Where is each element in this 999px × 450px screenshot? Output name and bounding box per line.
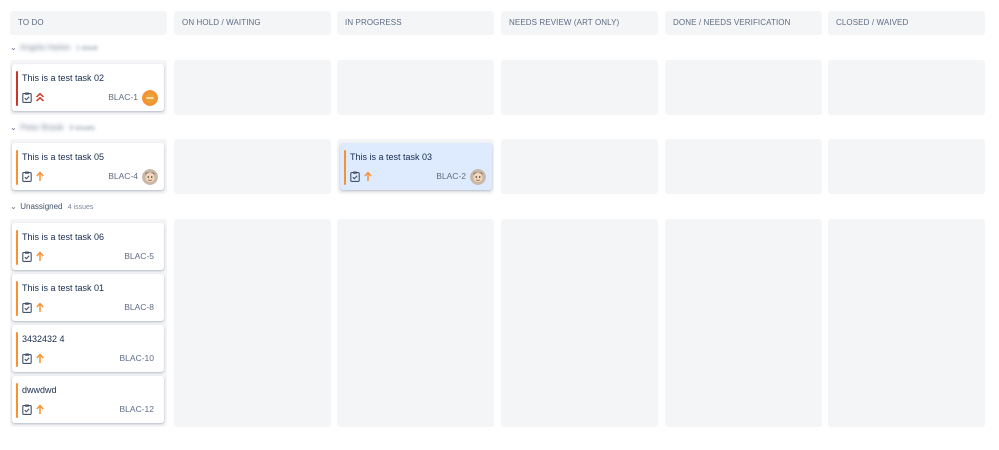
swimlane-count: 3 issues: [69, 125, 95, 132]
issue-card[interactable]: dwwdwd BLAC-12: [12, 376, 164, 423]
issue-card[interactable]: This is a test task 02 BLAC-1: [12, 64, 164, 111]
priority-bar: [16, 383, 18, 418]
priority-bar: [16, 150, 18, 185]
chevron-down-icon: ⌄: [10, 43, 17, 52]
kanban-board: TO DO ON HOLD / WAITING IN PROGRESS NEED…: [0, 0, 999, 450]
swimlane-cell: [174, 139, 331, 194]
avatar[interactable]: [142, 169, 158, 185]
arrow-up-icon: [36, 404, 44, 414]
task-clipboard-icon: [22, 353, 32, 364]
swimlane-cell: [828, 60, 985, 115]
card-title: This is a test task 05: [22, 152, 105, 162]
card-title: This is a test task 02: [22, 73, 105, 83]
arrow-up-icon: [36, 353, 44, 363]
issue-card[interactable]: This is a test task 01 BLAC-8: [12, 274, 164, 321]
priority-bar: [16, 332, 18, 367]
column-header-needs-review[interactable]: NEEDS REVIEW (ART ONLY): [501, 11, 658, 35]
avatar[interactable]: [470, 169, 486, 185]
task-clipboard-icon: [22, 251, 32, 262]
column-header-closed[interactable]: CLOSED / WAIVED: [828, 11, 985, 35]
priority-bar: [16, 281, 18, 316]
swimlane-header[interactable]: ⌄ Peter Braxik 3 issues: [10, 121, 95, 135]
column-header-todo[interactable]: TO DO: [10, 11, 167, 35]
issue-key[interactable]: BLAC-12: [120, 404, 155, 414]
issue-key[interactable]: BLAC-8: [124, 302, 154, 312]
issue-key[interactable]: BLAC-4: [108, 171, 138, 181]
issue-key[interactable]: BLAC-1: [108, 92, 138, 102]
priority-bar: [16, 230, 18, 265]
arrow-up-icon: [36, 302, 44, 312]
priority-bar: [16, 71, 18, 106]
swimlane-header[interactable]: ⌄ Angela Harlen 1 issue: [10, 41, 98, 55]
swimlane-cell: [174, 60, 331, 115]
card-title: dwwdwd: [22, 385, 57, 395]
card-title: This is a test task 01: [22, 283, 105, 293]
swimlane-cell: [337, 60, 494, 115]
swimlane-cell: [501, 219, 658, 427]
task-clipboard-icon: [22, 171, 32, 182]
task-clipboard-icon: [350, 171, 360, 182]
card-title: This is a test task 03: [350, 152, 433, 162]
chevron-down-icon: ⌄: [10, 202, 17, 211]
chevron-down-icon: ⌄: [10, 123, 17, 132]
swimlane-cell: [665, 139, 822, 194]
swimlane-name: Peter Braxik: [20, 123, 64, 132]
arrow-up-icon: [364, 171, 372, 181]
issue-card[interactable]: 3432432 4 BLAC-10: [12, 325, 164, 372]
swimlane-name: Angela Harlen: [19, 43, 71, 52]
swimlane-cell: [501, 139, 658, 194]
issue-key[interactable]: BLAC-10: [120, 353, 155, 363]
arrow-up-icon: [36, 171, 44, 181]
swimlane-cell: [828, 219, 985, 427]
card-title: 3432432 4: [22, 334, 65, 344]
task-clipboard-icon: [22, 404, 32, 415]
swimlane-count: 4 issues: [67, 204, 94, 211]
column-header-on-hold[interactable]: ON HOLD / WAITING: [174, 11, 331, 35]
card-title: This is a test task 06: [22, 232, 105, 242]
issue-card[interactable]: This is a test task 06 BLAC-5: [12, 223, 164, 270]
task-clipboard-icon: [22, 302, 32, 313]
issue-key[interactable]: BLAC-2: [436, 171, 466, 181]
swimlane-cell: [337, 219, 494, 427]
priority-bar: [344, 150, 346, 185]
task-clipboard-icon: [22, 92, 32, 103]
issue-key[interactable]: BLAC-5: [124, 251, 154, 261]
issue-card[interactable]: This is a test task 03 BLAC-2: [340, 143, 492, 190]
avatar[interactable]: [142, 90, 158, 106]
swimlane-header[interactable]: ⌄ Unassigned 4 issues: [10, 200, 93, 214]
column-header-done[interactable]: DONE / NEEDS VERIFICATION: [665, 11, 822, 35]
column-header-in-progress[interactable]: IN PROGRESS: [337, 11, 494, 35]
swimlane-cell: [501, 60, 658, 115]
arrow-up-icon: [36, 251, 44, 261]
swimlane-name: Unassigned: [20, 202, 63, 211]
swimlane-count: 1 issue: [75, 45, 98, 52]
swimlane-cell: [665, 219, 822, 427]
double-chevron-up-icon: [35, 92, 45, 102]
swimlane-cell: [828, 139, 985, 194]
swimlane-cell: [174, 219, 331, 427]
swimlane-cell: [665, 60, 822, 115]
issue-card[interactable]: This is a test task 05 BLAC-4: [12, 143, 164, 190]
